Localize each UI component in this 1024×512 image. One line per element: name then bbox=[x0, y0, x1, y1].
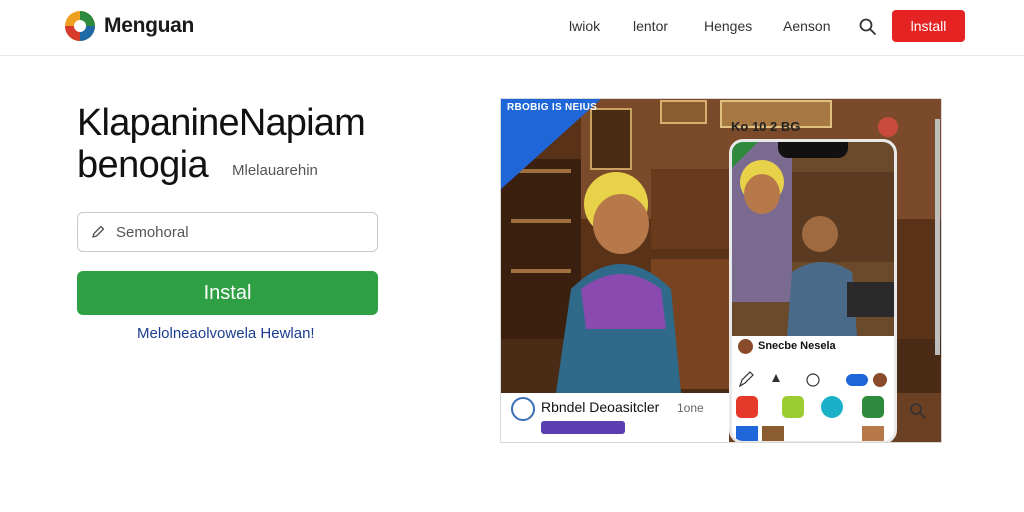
search-icon[interactable] bbox=[858, 17, 878, 37]
pencil-icon bbox=[92, 225, 105, 238]
phone-notch bbox=[778, 142, 848, 158]
preview-image: RBOBIG IS NEIUS Ko 10 2 BG Rbndel Deoasi… bbox=[500, 98, 942, 443]
app-title: Rbndel Deoasitcler bbox=[541, 399, 660, 415]
corner-label: RBOBIG IS NEIUS bbox=[507, 102, 598, 113]
top-nav-bar: Menguan lwiok lentor Henges Aenson lnsta… bbox=[0, 0, 1024, 56]
install-button-header[interactable]: lnstall bbox=[892, 10, 965, 42]
nav-item-1[interactable]: lwiok bbox=[569, 18, 600, 34]
avatar bbox=[738, 339, 753, 354]
nav-item-2[interactable]: lentor bbox=[633, 18, 668, 34]
hero-title-line1: KlapanineNapiam bbox=[77, 102, 366, 144]
logo-icon[interactable] bbox=[64, 10, 96, 42]
brand-name[interactable]: Menguan bbox=[104, 14, 194, 38]
preview-search-icon[interactable] bbox=[909, 402, 927, 420]
install-button-main[interactable]: Instal bbox=[77, 271, 378, 315]
app-chip bbox=[541, 421, 625, 434]
phone-app-dock[interactable] bbox=[732, 394, 894, 443]
phone-screen-image bbox=[732, 142, 894, 336]
info-link[interactable]: Melolneaolvowela Hewlan! bbox=[137, 325, 315, 342]
nav-item-3[interactable]: Henges bbox=[704, 18, 752, 34]
phone-mockup: Snecbe Nesela bbox=[729, 139, 897, 443]
nav-item-4[interactable]: Aenson bbox=[783, 18, 830, 34]
hero-tagline: Mlelauarehin bbox=[232, 162, 318, 179]
phone-profile-name: Snecbe Nesela bbox=[758, 340, 836, 352]
app-icon[interactable] bbox=[511, 397, 535, 421]
phone-action-row[interactable] bbox=[738, 370, 888, 390]
search-field[interactable] bbox=[77, 212, 378, 252]
app-meta: 1one bbox=[677, 401, 704, 415]
search-input[interactable] bbox=[116, 223, 356, 241]
preview-status-text: Ko 10 2 BG bbox=[731, 119, 801, 134]
hero-title-line2: benogia bbox=[77, 144, 209, 186]
